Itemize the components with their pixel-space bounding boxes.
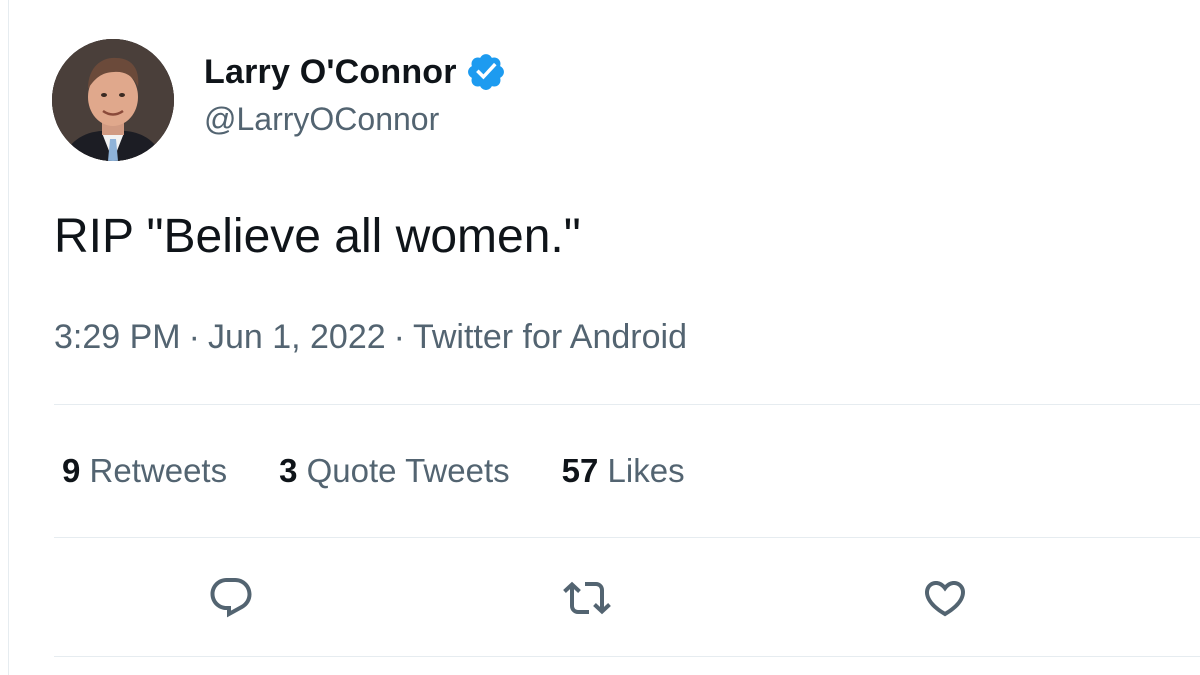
profile-photo-icon [52,39,174,161]
author-name-row[interactable]: Larry O'Connor [204,52,507,92]
like-icon [924,581,966,617]
retweets-count: 9 [62,452,81,489]
retweets-label: Retweets [89,452,228,489]
retweet-icon [563,581,611,615]
display-name[interactable]: Larry O'Connor [204,53,457,92]
handle[interactable]: @LarryOConnor [204,101,439,138]
divider [54,404,1200,405]
reply-icon [210,578,252,618]
divider [54,656,1200,657]
meta-separator: · [188,318,200,356]
verified-badge-icon [467,54,504,90]
likes-label: Likes [607,452,685,489]
engagement-stats: 9 Retweets 3 Quote Tweets 57 Likes [62,452,737,490]
likes-count: 57 [561,452,599,489]
reply-button[interactable] [207,574,255,622]
tweet-text: RIP "Believe all women." [54,210,581,263]
like-button[interactable] [921,574,969,622]
retweets-stat[interactable]: 9 Retweets [62,452,227,490]
meta-separator: · [393,318,405,356]
retweet-button[interactable] [563,574,611,622]
tweet-time[interactable]: 3:29 PM [54,318,181,356]
tweet-date[interactable]: Jun 1, 2022 [208,318,386,356]
tweet-meta: 3:29 PM · Jun 1, 2022 · Twitter for Android [54,318,687,357]
left-border [8,0,9,675]
avatar[interactable] [52,39,174,161]
quote-tweets-count: 3 [279,452,298,489]
likes-stat[interactable]: 57 Likes [562,452,685,490]
divider [54,537,1200,538]
quote-tweets-label: Quote Tweets [306,452,510,489]
quote-tweets-stat[interactable]: 3 Quote Tweets [279,452,510,490]
tweet-source[interactable]: Twitter for Android [413,318,687,356]
